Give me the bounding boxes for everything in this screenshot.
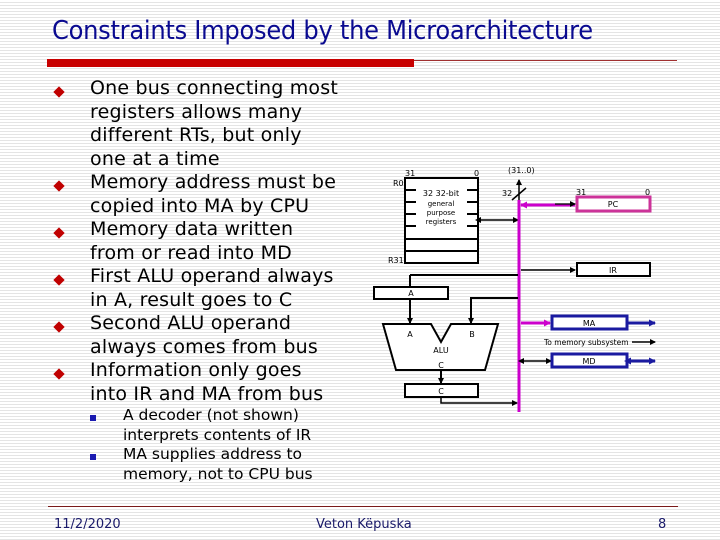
register-file-label-line: general [428, 200, 455, 208]
bus-to-alu-b-wire [468, 297, 518, 324]
bus-range-label: (31..0) [508, 166, 535, 175]
pc-msb-label: 31 [576, 188, 586, 197]
c-register: C [404, 383, 479, 398]
pc-lsb-label: 0 [645, 188, 650, 197]
register-file-label-line: registers [426, 218, 457, 226]
register-file-label-line: 32 32-bit [423, 189, 459, 198]
memory-subsystem-note: To memory subsystem [543, 338, 629, 347]
pc-label: PC [608, 200, 619, 209]
ma-label: MA [583, 319, 596, 328]
a-register-label: A [408, 289, 414, 298]
r0-label: R0 [393, 179, 404, 188]
alu-input-a-label: A [407, 330, 413, 339]
alu-label: ALU [433, 346, 449, 355]
alu-input-b-label: B [469, 330, 475, 339]
a-register: A [373, 286, 449, 300]
footer-author: Veton Këpuska [316, 517, 412, 532]
ma-register: MA [550, 314, 629, 331]
c-register-label: C [438, 387, 444, 396]
alu-output-label: C [438, 361, 444, 370]
register-file-label-line: purpose [427, 209, 455, 217]
page-number: 8 [658, 517, 667, 532]
bus-width-label: 32 [502, 189, 512, 198]
alu: A B ALU C [381, 323, 500, 371]
pc-register: PC 31 0 [575, 188, 652, 213]
r31-label: R31 [388, 256, 404, 265]
cpu-datapath-diagram: 32 32-bit general purpose registers R0 R… [373, 166, 656, 412]
footer-divider [48, 506, 678, 507]
md-register: MD [550, 352, 629, 369]
ir-label: IR [609, 266, 617, 275]
footer-date: 11/2/2020 [54, 517, 121, 532]
cpu-bus: (31..0) 32 [502, 166, 535, 412]
register-file-lsb-label: 0 [474, 169, 479, 178]
register-file: 32 32-bit general purpose registers R0 R… [388, 169, 479, 265]
ir-register: IR [576, 262, 651, 277]
register-file-msb-label: 31 [405, 169, 415, 178]
md-label: MD [582, 357, 595, 366]
